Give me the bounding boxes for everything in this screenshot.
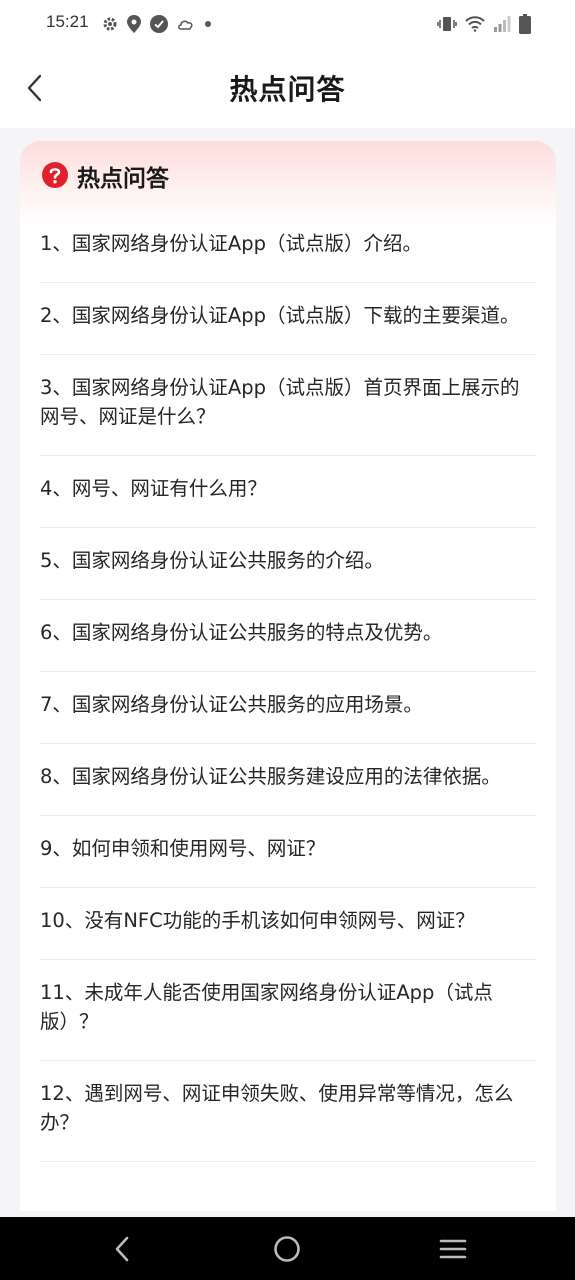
status-time: 15:21	[46, 12, 89, 31]
home-circle-icon	[274, 1236, 300, 1262]
vibrate-icon	[437, 17, 457, 31]
wifi-icon	[465, 16, 485, 32]
faq-item[interactable]: 9、如何申领和使用网号、网证？	[40, 816, 536, 888]
faq-item[interactable]: 2、国家网络身份认证App（试点版）下载的主要渠道。	[40, 283, 536, 355]
back-triangle-icon	[115, 1236, 129, 1262]
faq-item[interactable]: 8、国家网络身份认证公共服务建设应用的法律依据。	[40, 744, 536, 816]
faq-item[interactable]: 7、国家网络身份认证公共服务的应用场景。	[40, 672, 536, 744]
status-left-icons	[102, 13, 212, 35]
faq-card: 热点问答 1、国家网络身份认证App（试点版）介绍。 2、国家网络身份认证App…	[20, 141, 556, 1211]
gear-icon	[103, 17, 117, 31]
faq-item[interactable]: 12、遇到网号、网证申领失败、使用异常等情况，怎么办？	[40, 1061, 536, 1162]
nav-back-button[interactable]	[104, 1233, 140, 1265]
page-title: 热点问答	[229, 73, 346, 106]
recents-menu-icon	[439, 1239, 467, 1259]
system-nav-bar	[0, 1217, 575, 1280]
faq-item[interactable]: 6、国家网络身份认证公共服务的特点及优势。	[40, 600, 536, 672]
question-mark-icon	[42, 162, 68, 188]
faq-item[interactable]: 3、国家网络身份认证App（试点版）首页界面上展示的网号、网证是什么？	[40, 355, 536, 456]
nav-recents-button[interactable]	[435, 1233, 471, 1265]
battery-icon	[519, 14, 531, 34]
faq-card-title: 热点问答	[77, 166, 169, 192]
status-right-icons	[437, 12, 531, 36]
signal-icon	[494, 16, 511, 32]
cloud-icon	[178, 20, 193, 30]
dot-icon	[205, 21, 211, 27]
faq-item[interactable]: 5、国家网络身份认证公共服务的介绍。	[40, 528, 536, 600]
faq-item[interactable]: 10、没有NFC功能的手机该如何申领网号、网证？	[40, 888, 536, 960]
status-bar: 15:21	[0, 0, 575, 48]
faq-item[interactable]: 4、网号、网证有什么用？	[40, 456, 536, 528]
nav-home-button[interactable]	[269, 1233, 305, 1265]
faq-item[interactable]: 11、未成年人能否使用国家网络身份认证App（试点版）？	[40, 960, 536, 1061]
app-header: 热点问答	[0, 48, 575, 128]
check-circle-icon	[150, 15, 168, 33]
faq-item[interactable]: 1、国家网络身份认证App（试点版）介绍。	[40, 225, 536, 283]
faq-list: 1、国家网络身份认证App（试点版）介绍。 2、国家网络身份认证App（试点版）…	[20, 225, 556, 1162]
location-pin-icon	[127, 15, 141, 33]
faq-card-header: 热点问答	[20, 141, 556, 225]
